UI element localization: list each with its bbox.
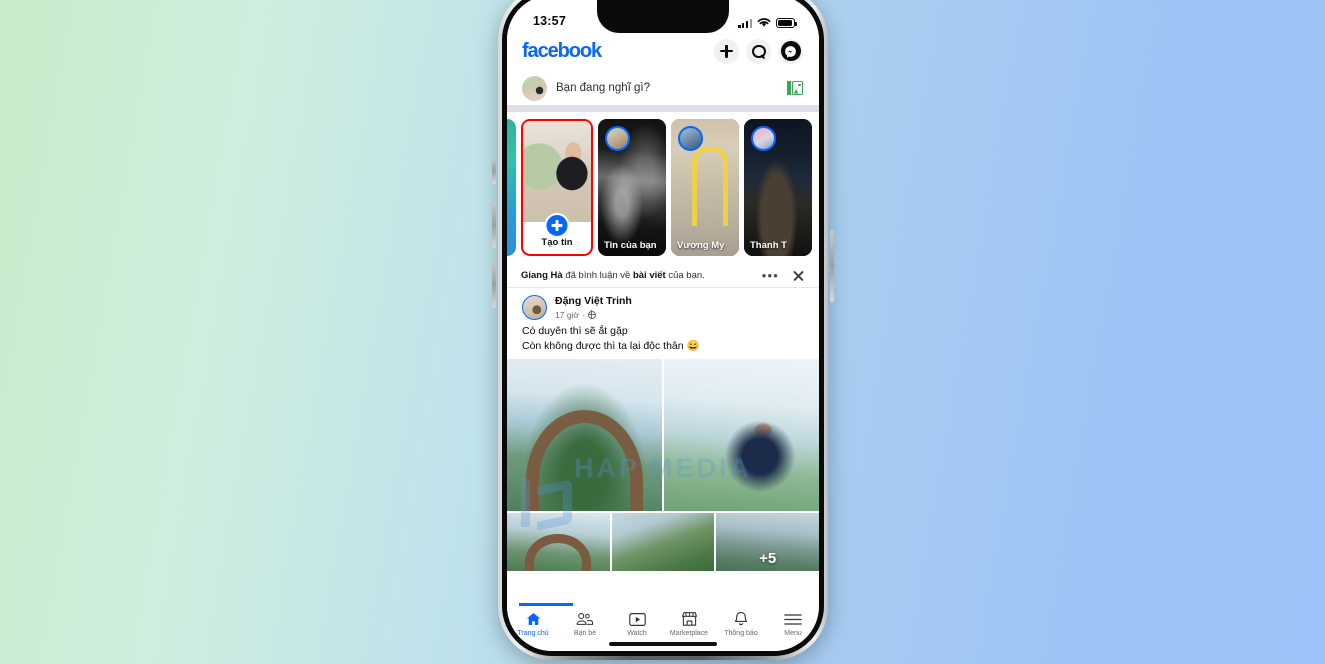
story-card[interactable]: Thanh T xyxy=(744,119,812,256)
story-card-partial[interactable] xyxy=(507,119,516,256)
post-photo[interactable] xyxy=(507,358,662,511)
nav-label: Marketplace xyxy=(669,630,709,637)
nav-item-home[interactable]: Trang chủ xyxy=(507,603,573,637)
search-button[interactable] xyxy=(746,38,771,64)
nav-label: Bạn bè xyxy=(573,630,597,637)
post-composer[interactable]: Bạn đang nghĩ gì? xyxy=(507,71,819,105)
nav-item-notifications[interactable]: Thông báo xyxy=(715,611,767,637)
avatar xyxy=(751,126,776,151)
phone-body: 13:57 facebook Bạn đang nghĩ gì? Tạo tin… xyxy=(502,0,824,656)
close-icon[interactable] xyxy=(792,269,805,282)
phone-screen: 13:57 facebook Bạn đang nghĩ gì? Tạo tin… xyxy=(507,0,819,651)
meta-separator: · xyxy=(582,309,585,320)
more-options-icon[interactable]: ••• xyxy=(762,269,779,282)
post-photo-gallery: +5 HAP MEDIA xyxy=(507,358,819,571)
bell-notification-icon xyxy=(733,611,749,627)
notification-suffix: của bạn. xyxy=(665,270,705,281)
notification-text: Giang Hà đã bình luận về bài viết của bạ… xyxy=(521,270,762,281)
facebook-logo[interactable]: facebook xyxy=(522,40,602,63)
facebook-header: facebook xyxy=(507,31,819,71)
active-tab-indicator xyxy=(519,603,573,606)
cellular-signal-icon xyxy=(738,18,752,28)
nav-label: Watch xyxy=(627,630,647,637)
nav-label: Trang chủ xyxy=(517,630,549,637)
plus-icon xyxy=(720,44,733,58)
home-indicator[interactable] xyxy=(609,642,717,646)
battery-icon xyxy=(776,18,798,28)
status-indicators xyxy=(738,17,798,28)
hamburger-menu-icon xyxy=(784,611,802,627)
story-name: Thanh T xyxy=(750,240,787,251)
marketplace-store-icon xyxy=(681,611,698,627)
post-text: Có duyên thì sẽ ắt gặp Còn không được th… xyxy=(507,320,819,359)
home-icon xyxy=(525,611,542,627)
post-photo[interactable] xyxy=(507,512,610,571)
section-divider xyxy=(507,105,819,112)
dynamic-island xyxy=(597,0,729,33)
search-icon xyxy=(752,44,766,58)
notification-middle: đã bình luận về xyxy=(562,270,633,281)
messenger-icon xyxy=(780,41,801,61)
plus-icon[interactable] xyxy=(544,213,570,238)
photo-gallery-icon[interactable] xyxy=(787,81,803,96)
story-card[interactable]: Vương My xyxy=(671,119,739,256)
notification-object: bài viết xyxy=(632,270,666,281)
avatar xyxy=(605,126,630,151)
nav-item-watch[interactable]: Watch xyxy=(611,611,663,637)
post-text-line-1: Có duyên thì sẽ ắt gặp xyxy=(522,325,628,337)
volume-up-button[interactable] xyxy=(492,202,496,248)
gallery-row: +5 xyxy=(507,512,819,571)
header-actions xyxy=(714,38,803,64)
silent-switch[interactable] xyxy=(492,158,496,184)
gallery-row xyxy=(507,358,819,511)
nav-item-menu[interactable]: Menu xyxy=(767,611,819,637)
stories-tray[interactable]: Tạo tin Tin của bạn Vương My Thanh T xyxy=(507,112,819,264)
status-time: 13:57 xyxy=(533,14,566,28)
story-create-card[interactable]: Tạo tin xyxy=(521,119,593,256)
news-feed: Giang Hà đã bình luận về bài viết của bạ… xyxy=(507,264,819,571)
story-create-label: Tạo tin xyxy=(541,237,573,248)
messenger-button[interactable] xyxy=(778,38,803,64)
post-author-name[interactable]: Đặng Việt Trinh xyxy=(555,295,632,308)
nav-item-marketplace[interactable]: Marketplace xyxy=(663,611,715,637)
create-button[interactable] xyxy=(714,38,739,64)
story-card[interactable]: Tin của bạn xyxy=(598,119,666,256)
globe-public-icon xyxy=(587,310,596,319)
watch-video-icon xyxy=(628,611,646,627)
story-create-thumbnail xyxy=(523,121,591,222)
nav-item-friends[interactable]: Bạn bè xyxy=(559,611,611,637)
notification-banner: Giang Hà đã bình luận về bài viết của bạ… xyxy=(507,264,819,288)
wifi-icon xyxy=(757,18,771,27)
post-text-line-2: Còn không được thì ta lại độc thân 😄 xyxy=(522,339,700,352)
nav-label: Menu xyxy=(784,630,802,637)
avatar[interactable] xyxy=(522,75,547,101)
nav-label: Thông báo xyxy=(724,630,758,637)
phone-frame: 13:57 facebook Bạn đang nghĩ gì? Tạo tin… xyxy=(492,0,834,660)
story-name: Tin của bạn xyxy=(604,240,657,251)
photo-more-count[interactable]: +5 xyxy=(716,513,819,571)
power-button[interactable] xyxy=(830,230,834,302)
story-name: Vương My xyxy=(677,240,725,251)
post-timestamp: 17 giờ xyxy=(555,309,580,320)
post-author-block: Đặng Việt Trinh 17 giờ · xyxy=(555,295,632,319)
post-photo[interactable] xyxy=(664,358,819,511)
composer-placeholder[interactable]: Bạn đang nghĩ gì? xyxy=(556,82,778,94)
post-photo[interactable]: +5 xyxy=(716,512,819,571)
post-photo[interactable] xyxy=(611,512,715,571)
notification-actor: Giang Hà xyxy=(521,270,563,281)
friends-icon xyxy=(576,611,594,627)
avatar[interactable] xyxy=(522,295,547,320)
volume-down-button[interactable] xyxy=(492,262,496,308)
avatar xyxy=(678,126,703,151)
post-meta: 17 giờ · xyxy=(555,310,632,320)
post-header: Đặng Việt Trinh 17 giờ · xyxy=(507,288,819,320)
